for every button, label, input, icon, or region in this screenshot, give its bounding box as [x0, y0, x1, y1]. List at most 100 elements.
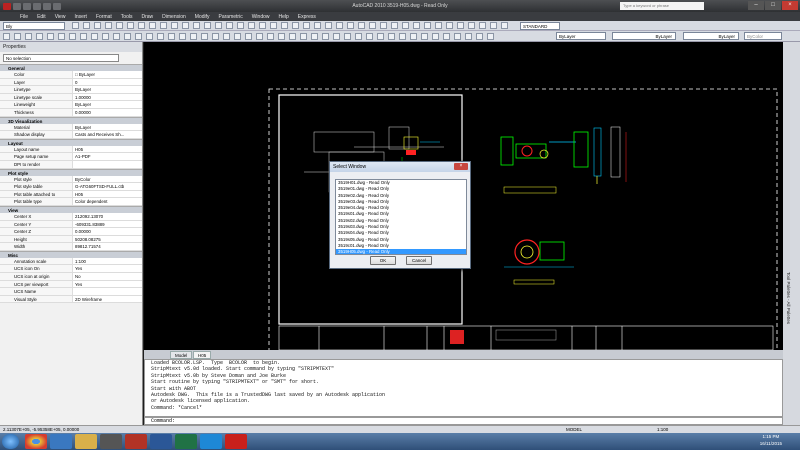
property-value[interactable]: G-ATG60FTSD-FULL.ctb — [73, 183, 142, 190]
property-row[interactable]: Plot style table G-ATG60FTSD-FULL.ctb — [0, 183, 142, 191]
toolbar-tool-icon[interactable] — [91, 33, 98, 40]
property-value[interactable]: Color dependent — [73, 198, 142, 205]
toolbar-tool-icon[interactable] — [58, 33, 65, 40]
property-value[interactable]: A1-PDF — [73, 153, 142, 160]
property-row[interactable]: Page setup name A1-PDF — [0, 153, 142, 161]
property-row[interactable]: Material ByLayer — [0, 123, 142, 132]
toolbar-tool-icon[interactable] — [292, 22, 299, 29]
autocad-icon[interactable] — [125, 434, 147, 449]
toolbar-tool-icon[interactable] — [215, 22, 222, 29]
toolbar-tool-icon[interactable] — [501, 22, 508, 29]
property-row[interactable]: Thickness 0.00000 — [0, 108, 142, 117]
toolbar-tool-icon[interactable] — [193, 22, 200, 29]
menu-window[interactable]: Window — [252, 14, 270, 20]
toolbar-tool-icon[interactable] — [94, 22, 101, 29]
property-value[interactable]: 1.00000 — [73, 93, 142, 101]
layer-select[interactable]: ByLayer — [556, 32, 606, 40]
menu-file[interactable]: File — [20, 14, 28, 20]
property-value[interactable]: 50208.08275 — [73, 235, 142, 243]
toolbar-tool-icon[interactable] — [490, 22, 497, 29]
property-row[interactable]: Center Z 0.00000 — [0, 228, 142, 236]
toolbar-tool-icon[interactable] — [402, 22, 409, 29]
toolbar-tool-icon[interactable] — [267, 33, 274, 40]
toolbar-tool-icon[interactable] — [234, 33, 241, 40]
menu-express[interactable]: Express — [298, 14, 316, 20]
excel-icon[interactable] — [175, 434, 197, 449]
property-section-header[interactable]: General — [0, 64, 142, 71]
property-section-header[interactable]: Misc — [0, 250, 142, 258]
toolbar-tool-icon[interactable] — [127, 22, 134, 29]
toolbar-tool-icon[interactable] — [237, 22, 244, 29]
property-value[interactable]: No — [73, 273, 142, 280]
toolbar-tool-icon[interactable] — [270, 22, 277, 29]
toolbar-tool-icon[interactable] — [410, 33, 417, 40]
menu-parametric[interactable]: Parametric — [219, 14, 243, 20]
toolbar-tool-icon[interactable] — [36, 33, 43, 40]
window-list-item[interactable]: 3519H05.dwg - Read Only — [336, 249, 466, 254]
toolbar-tool-icon[interactable] — [25, 33, 32, 40]
toolbar-tool-icon[interactable] — [179, 33, 186, 40]
menu-view[interactable]: View — [55, 14, 66, 20]
property-value[interactable]: ByLayer — [73, 86, 142, 93]
toolbar-tool-icon[interactable] — [102, 33, 109, 40]
toolbar-tool-icon[interactable] — [160, 22, 167, 29]
toolbar-tool-icon[interactable] — [380, 22, 387, 29]
outlook-icon[interactable] — [200, 434, 222, 449]
toolbar-tool-icon[interactable] — [259, 22, 266, 29]
property-row[interactable]: Linetype scale 1.00000 — [0, 93, 142, 102]
toolbar-tool-icon[interactable] — [424, 22, 431, 29]
property-row[interactable]: Layer 0 — [0, 78, 142, 87]
toolbar-tool-icon[interactable] — [377, 33, 384, 40]
toolbar-tool-icon[interactable] — [325, 22, 332, 29]
property-row[interactable]: UCS per viewport Yes — [0, 280, 142, 289]
toolbar-tool-icon[interactable] — [278, 33, 285, 40]
toolbar-tool-icon[interactable] — [476, 33, 483, 40]
property-value[interactable]: □ ByLayer — [73, 71, 142, 78]
toolbar-tool-icon[interactable] — [487, 33, 494, 40]
toolbar-tool-icon[interactable] — [421, 33, 428, 40]
toolbar-tool-icon[interactable] — [116, 22, 123, 29]
maximize-button[interactable]: □ — [765, 1, 781, 10]
toolbar-tool-icon[interactable] — [124, 33, 131, 40]
word-icon[interactable] — [150, 434, 172, 449]
toolbar-tool-icon[interactable] — [432, 33, 439, 40]
toolbar-tool-icon[interactable] — [80, 33, 87, 40]
toolbar-tool-icon[interactable] — [182, 22, 189, 29]
toolbar-tool-icon[interactable] — [391, 22, 398, 29]
close-button[interactable]: × — [782, 1, 798, 10]
cancel-button[interactable]: Cancel — [406, 256, 432, 265]
text-style-select[interactable]: STANDARD — [520, 22, 560, 30]
toolbar-tool-icon[interactable] — [355, 33, 362, 40]
toolbar-tool-icon[interactable] — [289, 33, 296, 40]
toolbar-tool-icon[interactable] — [204, 22, 211, 29]
menu-edit[interactable]: Edit — [37, 14, 46, 20]
lineweight-select[interactable]: ByLayer — [683, 32, 739, 40]
toolbar-tool-icon[interactable] — [366, 33, 373, 40]
property-section-header[interactable]: Layout — [0, 138, 142, 146]
property-row[interactable]: Lineweight ByLayer — [0, 101, 142, 109]
toolbar-tool-icon[interactable] — [138, 22, 145, 29]
property-value[interactable]: Casts and Receives Sh... — [73, 131, 142, 138]
toolbar-tool-icon[interactable] — [388, 33, 395, 40]
toolbar-tool-icon[interactable] — [333, 33, 340, 40]
toolbar-tool-icon[interactable] — [311, 33, 318, 40]
menu-insert[interactable]: Insert — [74, 14, 87, 20]
toolbar-tool-icon[interactable] — [113, 33, 120, 40]
property-row[interactable]: UCS Name — [0, 288, 142, 296]
toolbar-tool-icon[interactable] — [69, 33, 76, 40]
menu-draw[interactable]: Draw — [141, 14, 153, 20]
property-section-header[interactable]: View — [0, 205, 142, 213]
tab-h05[interactable]: H05 — [193, 351, 212, 359]
toolbar-tool-icon[interactable] — [201, 33, 208, 40]
property-value[interactable]: 0 — [73, 78, 142, 86]
toolbar-tool-icon[interactable] — [457, 22, 464, 29]
plot-style-select[interactable]: ByColor — [744, 32, 782, 40]
chrome-icon[interactable] — [25, 434, 47, 449]
window-list[interactable]: 3519H01.dwg - Read Only 3519e01.dwg - Rea… — [335, 179, 467, 255]
property-row[interactable]: Shadow display Casts and Receives Sh... — [0, 131, 142, 139]
property-value[interactable]: 2D Wireframe — [73, 295, 142, 303]
property-value[interactable] — [73, 288, 142, 295]
menu-help[interactable]: Help — [279, 14, 289, 20]
menu-dimension[interactable]: Dimension — [162, 14, 186, 20]
tab-model[interactable]: Model — [170, 351, 193, 359]
